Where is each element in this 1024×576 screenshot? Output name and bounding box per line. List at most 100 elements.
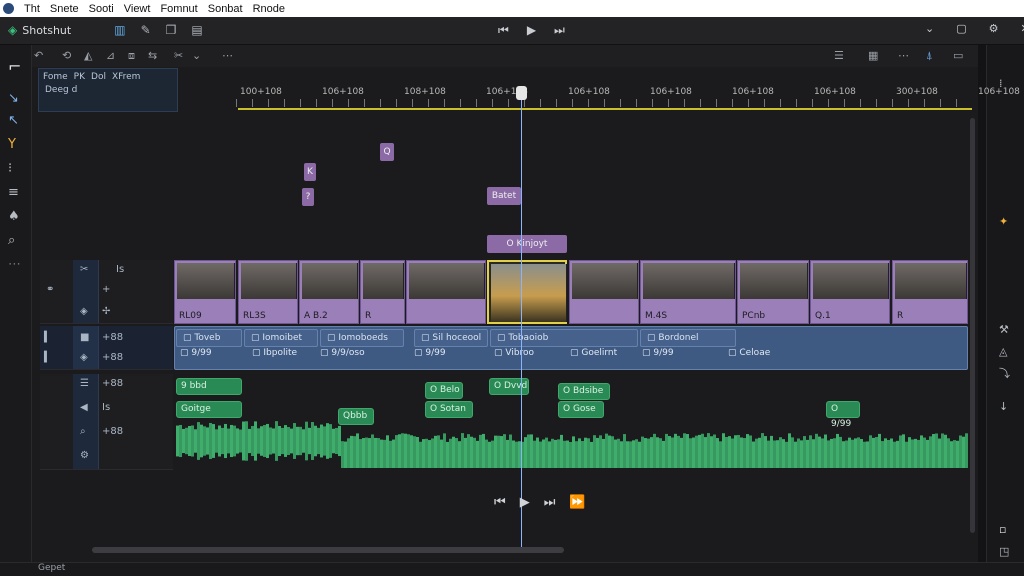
restore-icon[interactable]: ▢ [956,22,966,35]
video-clip[interactable] [487,260,567,324]
menu-item-edit[interactable]: Snete [50,3,79,15]
video-clip[interactable] [406,260,486,324]
skip-back-icon[interactable]: ⏮ [498,23,509,38]
audio-clip[interactable]: ▢ Toveb [176,329,242,347]
music-clip[interactable]: O Sotan [425,401,473,418]
list-icon[interactable]: ☰ [834,49,844,62]
add-icon[interactable]: + [102,284,110,295]
video-clip[interactable] [569,260,639,324]
music-clip[interactable]: O Dvvd [489,378,529,395]
link-icon[interactable]: ⚭ [46,284,54,295]
keyframe-icon[interactable]: ✦ [999,215,1008,228]
zoom-icon[interactable]: ⌕ [8,233,15,248]
export-icon[interactable]: ▫ [999,523,1006,536]
music-clip[interactable]: 9 bbd [176,378,242,395]
music-waveform[interactable] [176,420,968,468]
undo-icon[interactable]: ↶ [34,49,43,62]
menu-item-rnode[interactable]: Rnode [253,3,285,15]
eye-icon[interactable]: ◈ [80,306,88,317]
music-clip[interactable]: O Bdsibe [558,383,610,400]
pointer-icon[interactable]: ↘ [8,91,19,106]
play-icon[interactable]: ▶ [520,495,530,510]
menu-item-format[interactable]: Fomnut [160,3,197,15]
more-icon[interactable]: ⋯ [222,49,233,62]
music-clip[interactable]: O Gose [558,401,604,418]
audio-clip[interactable]: ▢ Sil hoceool [414,329,488,347]
fast-forward-icon[interactable]: ⏩ [569,495,585,510]
keyframe-marker[interactable]: K [304,163,316,181]
scissors-icon[interactable]: ✂ [174,49,183,62]
skip-forward-icon[interactable]: ⏭ [544,495,556,510]
slip-icon[interactable]: ⧈ [128,49,135,63]
close-icon[interactable]: ✕ [1021,22,1024,35]
menu-item-view[interactable]: Viewt [124,3,151,15]
monitor-icon[interactable]: ■ [80,332,89,343]
edit-icon[interactable]: ✎ [141,23,151,37]
playhead-handle[interactable] [516,86,527,100]
menu-item-sonbat[interactable]: Sonbat [208,3,243,15]
crop-icon[interactable]: ◬ [999,345,1007,358]
volume-icon[interactable]: ◀ [80,402,88,413]
skip-back-icon[interactable]: ⏮ [494,495,506,510]
video-clip[interactable]: PCnb [737,260,809,324]
menu-item-file[interactable]: Tht [24,3,40,15]
ripple-icon[interactable]: ⟲ [62,49,71,62]
add-track-icon[interactable]: ⌐ [8,57,21,76]
copy-icon[interactable]: ❐ [166,23,177,37]
video-clip[interactable]: RL09 [174,260,236,324]
move-icon[interactable]: ✢ [102,306,110,317]
skip-forward-icon[interactable]: ⏭ [554,23,565,38]
music-clip[interactable]: O Belo [425,382,463,399]
settings-icon[interactable]: ⚙ [80,450,89,461]
tab-fome[interactable]: Fome [43,72,68,82]
settings-icon[interactable]: ⚙ [989,22,999,35]
search-icon[interactable]: ⌕ [80,426,86,437]
title-clip[interactable]: O Kinjoyt [487,235,567,253]
render-icon[interactable]: ◳ [999,545,1009,558]
grid-icon[interactable]: ≡ [8,185,19,200]
more-tools-icon[interactable]: ⋯ [8,257,21,272]
horizontal-scrollbar[interactable] [92,547,564,553]
list-icon[interactable]: ☰ [80,378,89,389]
audio-icon[interactable]: ♠ [8,209,20,224]
solo-icon[interactable]: ▍ [44,332,52,343]
swap-icon[interactable]: ⇆ [148,49,157,62]
audio-clip[interactable]: ▢ Tobaoiob [490,329,638,347]
keyframe-marker[interactable]: ? [302,188,314,206]
dropdown-icon[interactable]: ⌄ [925,22,934,35]
video-clip[interactable]: A B.2 [299,260,359,324]
select-icon[interactable]: ↖ [8,113,19,128]
chevron-down-icon[interactable]: ⌄ [192,49,201,62]
music-clip[interactable]: O 9/99 [826,401,860,429]
play-icon[interactable]: ▶ [527,23,536,38]
audio-icon[interactable]: ◈ [80,352,88,363]
menu-item-tools[interactable]: Sooti [89,3,114,15]
range-icon[interactable]: ⁝ [8,161,12,176]
audio-clip[interactable]: ▢ Iomoibet [244,329,318,347]
tab-xfrem[interactable]: XFrem [112,72,141,82]
audio-clip[interactable]: ▢ Iomoboeds [320,329,404,347]
stack-icon[interactable]: ▤ [191,23,202,37]
video-clip[interactable]: Q.1 [810,260,890,324]
vertical-scrollbar[interactable] [970,118,975,533]
scissors-icon[interactable]: ✂ [80,264,88,275]
keyframe-marker[interactable]: Batet [487,187,521,205]
marker-icon[interactable]: ⍋ [926,49,933,63]
cut-icon[interactable]: ◭ [84,49,92,62]
blade-icon[interactable]: Y [8,137,16,152]
tab-dol[interactable]: Dol [91,72,106,82]
trim-icon[interactable]: ⊿ [106,49,115,62]
video-clip[interactable]: R [360,260,405,324]
video-clip[interactable]: RL3S [238,260,298,324]
monitor-icon[interactable]: ▭ [953,49,963,62]
marker-right-icon[interactable]: ↓ [999,400,1008,413]
music-clip[interactable]: Goitge [176,401,242,418]
more-right-icon[interactable]: ⋯ [898,49,909,62]
tools-icon[interactable]: ⚒ [999,323,1009,336]
transform-icon[interactable]: ⤵ [999,365,1010,381]
mute-icon[interactable]: ▍ [44,352,52,363]
tab-pk[interactable]: PK [74,72,85,82]
video-clip[interactable]: M.4S [640,260,736,324]
audio-clip[interactable]: ▢ Bordonel [640,329,736,347]
gallery-icon[interactable]: ▦ [868,49,878,62]
